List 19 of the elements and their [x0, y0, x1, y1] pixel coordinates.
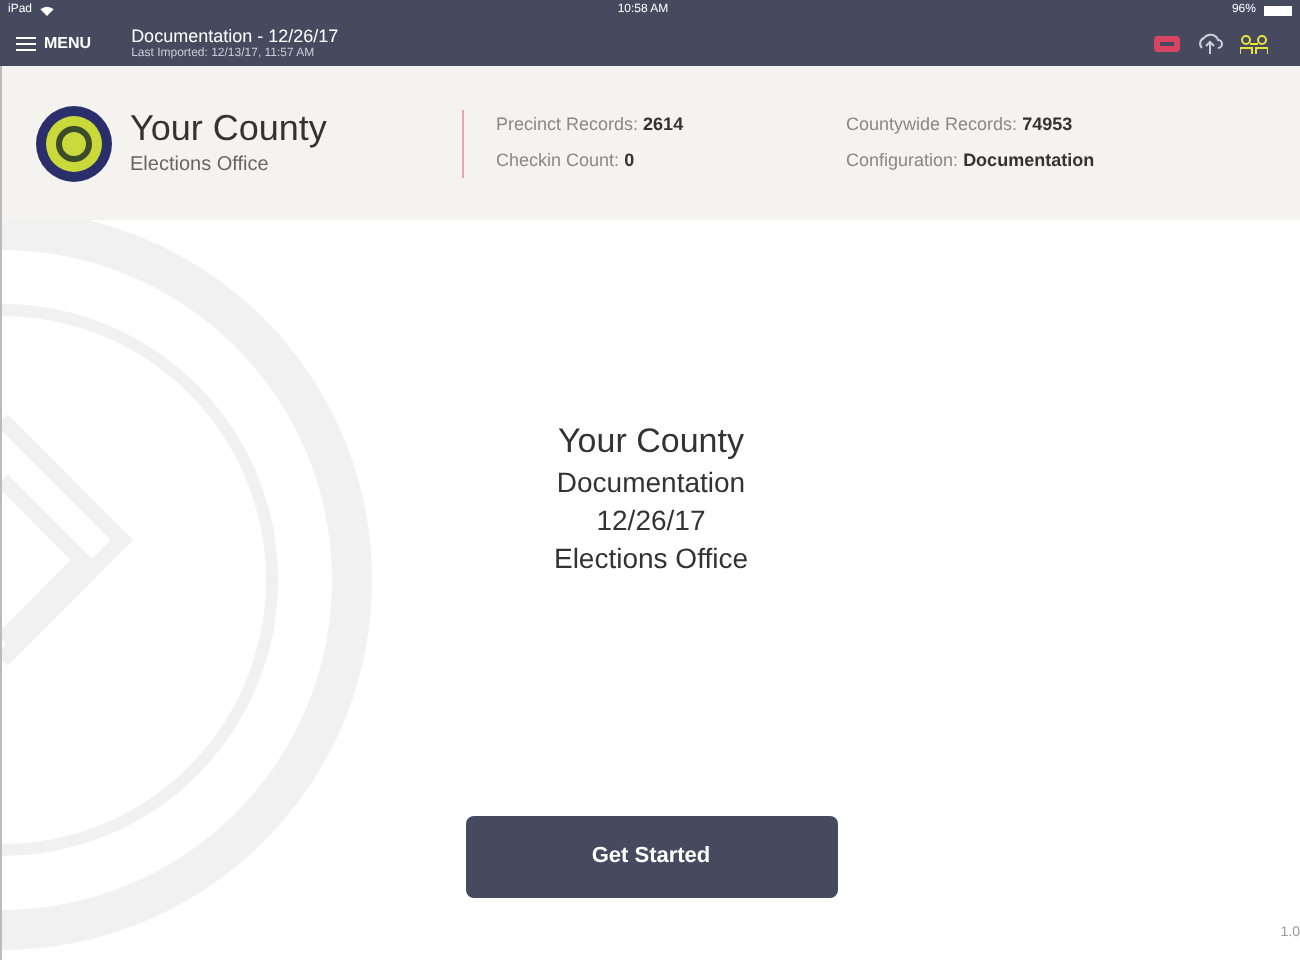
cloud-upload-icon[interactable]: [1196, 32, 1224, 54]
welcome-line: Documentation: [556, 464, 746, 502]
record-stat: Checkin Count: 0: [496, 148, 637, 174]
record-stat: Precinct Records: 2614: [496, 111, 686, 137]
menu-icon: [16, 35, 36, 51]
users-icon[interactable]: [1240, 33, 1268, 53]
record-stat: Countywide Records: 74953: [846, 111, 1075, 138]
office-name: Elections Office: [130, 152, 271, 181]
county-seal-icon: [34, 103, 114, 183]
county-name: Your County: [130, 105, 329, 151]
welcome-line: Elections Office: [553, 540, 748, 578]
wifi-icon: [40, 5, 55, 15]
record-stat: Configuration: Documentation: [846, 148, 1095, 174]
welcome-line: Your County: [558, 420, 744, 464]
get-started-button[interactable]: Get Started: [465, 816, 837, 898]
battery-icon: [1263, 5, 1292, 15]
menu-button[interactable]: MENU: [16, 31, 92, 55]
nav-title: Documentation - 12/26/17: [131, 27, 339, 45]
welcome-line: 12/26/17: [596, 502, 706, 540]
